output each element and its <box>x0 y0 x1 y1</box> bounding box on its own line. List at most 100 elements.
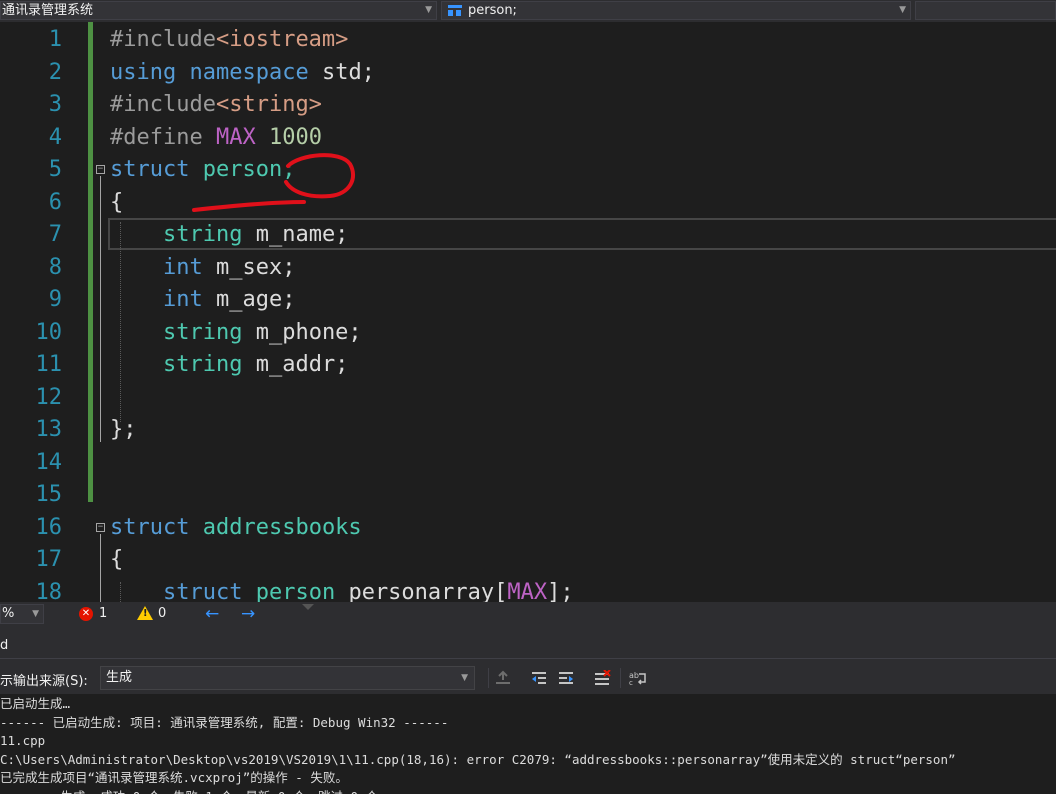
chevron-down-icon: ▼ <box>899 5 906 15</box>
clear-all-icon[interactable] <box>593 670 611 686</box>
code-token: { <box>110 189 124 215</box>
line-number: 16 <box>35 514 63 540</box>
zoom-dropdown[interactable]: % ▼ <box>0 604 44 624</box>
code-line: { <box>110 187 123 220</box>
line-number: 5 <box>48 157 62 182</box>
code-token: m_age; <box>202 287 296 312</box>
output-panel: d 示输出来源(S): 生成 ▼ ab c 已启动生成… ------ 已启动生成… <box>0 626 1056 794</box>
line-number: 2 <box>48 59 62 85</box>
code-token: int <box>162 287 203 312</box>
code-editor[interactable]: 1 2 3 4 5 6 7 8 9 10 11 12 13 14 15 16 17 18 − − #include… <box>0 22 1056 602</box>
code-token: string <box>162 352 243 377</box>
line-number: 8 <box>48 254 62 280</box>
find-message-icon[interactable] <box>494 670 512 686</box>
output-line: ------ 已启动生成: 项目: 通讯录管理系统, 配置: Debug Win… <box>0 714 449 730</box>
line-number: 6 <box>48 189 62 215</box>
output-source-value: 生成 <box>106 670 133 685</box>
code-line: #include<string> <box>110 89 322 122</box>
line-number: 11 <box>35 352 63 377</box>
member-dropdown[interactable]: person; ▼ <box>441 1 911 20</box>
editor-status-bar: % ▼ ✕ 1 ! 0 ← → <box>0 602 1056 626</box>
code-line: string m_phone; <box>110 317 362 350</box>
code-token: }; <box>110 417 137 442</box>
line-number: 3 <box>48 92 62 117</box>
chevron-down-icon: ▼ <box>425 5 432 15</box>
code-token: struct <box>110 157 190 182</box>
code-token: #define <box>110 124 203 150</box>
line-number: 13 <box>35 417 63 442</box>
code-line: }; <box>110 414 137 447</box>
project-dropdown[interactable]: 通讯录管理系统 ▼ <box>0 1 437 20</box>
line-number: 10 <box>35 319 63 345</box>
code-line: using namespace std; <box>110 57 375 90</box>
output-line: 已完成生成项目“通讯录管理系统.vcxproj”的操作 - 失败。 <box>0 770 348 785</box>
struct-icon <box>448 5 462 16</box>
line-number: 12 <box>35 384 63 410</box>
svg-text:c: c <box>629 679 633 686</box>
code-token: m_sex; <box>202 254 296 280</box>
panel-header: d <box>0 634 1056 654</box>
line-number: 7 <box>48 222 62 247</box>
fold-line <box>100 534 101 602</box>
change-tracking-bar <box>88 22 93 502</box>
output-line: 已启动生成… <box>0 696 71 711</box>
arrow-right-icon[interactable]: → <box>241 604 255 624</box>
next-message-icon[interactable] <box>557 670 575 686</box>
line-number: 4 <box>48 124 62 150</box>
code-token: string <box>162 222 243 247</box>
toolbar-divider <box>620 668 621 688</box>
previous-message-icon[interactable] <box>530 670 548 686</box>
divider <box>0 658 1056 659</box>
toolbar-divider <box>488 668 489 688</box>
word-wrap-icon[interactable]: ab c <box>629 670 647 686</box>
code-token: m_name; <box>242 222 349 247</box>
line-number: 18 <box>35 579 63 603</box>
code-token: m_phone; <box>242 319 362 345</box>
code-line: int m_age; <box>110 284 295 317</box>
code-token: m_addr; <box>242 352 349 377</box>
chevron-down-icon: ▼ <box>461 673 468 683</box>
line-number: 14 <box>35 449 63 475</box>
collapse-icon[interactable]: − <box>96 165 105 174</box>
code-token: #include <box>110 92 216 117</box>
error-count[interactable]: 1 <box>99 606 107 621</box>
warning-count[interactable]: 0 <box>158 606 166 621</box>
code-token: namespace <box>189 59 309 85</box>
red-circle-annotation <box>192 153 356 212</box>
line-number: 17 <box>35 547 63 572</box>
code-token: struct <box>110 514 190 540</box>
line-number: 15 <box>35 482 63 507</box>
output-source-select[interactable]: 生成 ▼ <box>100 666 475 690</box>
warning-icon[interactable]: ! <box>137 606 153 620</box>
output-text-area[interactable]: 已启动生成… ------ 已启动生成: 项目: 通讯录管理系统, 配置: Deb… <box>0 694 1056 794</box>
code-line: struct addressbooks <box>110 512 362 545</box>
code-token: <string> <box>215 92 322 117</box>
collapse-icon[interactable]: − <box>96 523 105 532</box>
output-line: 11.cpp <box>0 733 46 748</box>
panel-title: d <box>0 638 9 653</box>
output-line: ====== 生成: 成功 0 个，失败 1 个，最新 0 个，跳过 0 个 =… <box>0 788 438 794</box>
code-token: <iostream> <box>215 27 349 52</box>
line-number-gutter: 1 2 3 4 5 6 7 8 9 10 11 12 13 14 15 16 17 18 <box>0 22 88 602</box>
code-token: MAX <box>215 124 256 150</box>
code-line: string m_name; <box>110 219 348 252</box>
code-token: MAX <box>507 579 548 603</box>
code-token: struct <box>162 579 243 603</box>
arrow-left-icon[interactable]: ← <box>205 604 219 624</box>
navigation-bar: 通讯录管理系统 ▼ person; ▼ <box>0 0 1056 22</box>
fold-line <box>100 176 101 442</box>
extra-dropdown[interactable] <box>915 1 1056 20</box>
code-line: string m_addr; <box>110 349 348 382</box>
code-token: int <box>162 254 203 280</box>
code-token: personarray[ <box>335 579 508 603</box>
error-icon[interactable]: ✕ <box>79 607 93 621</box>
chevron-down-icon: ▼ <box>32 609 39 619</box>
dropdown-arrow-icon[interactable] <box>302 604 314 610</box>
